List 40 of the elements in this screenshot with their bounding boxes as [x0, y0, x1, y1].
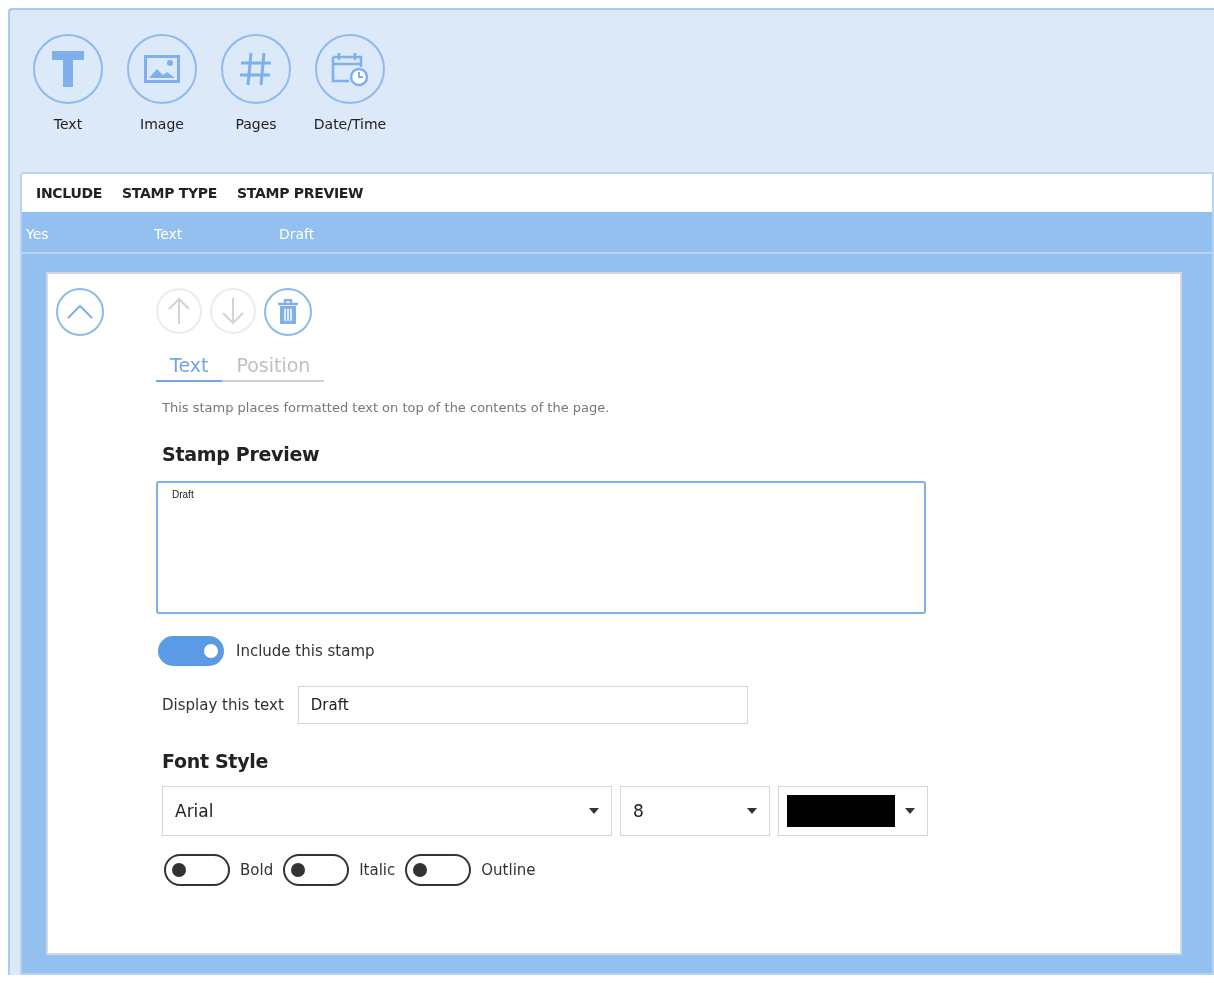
hash-icon	[239, 51, 273, 87]
column-header: STAMP TYPE	[122, 185, 218, 201]
font-dropdown[interactable]: Arial	[162, 786, 612, 836]
toggle-label: Include this stamp	[236, 642, 375, 660]
description-text: This stamp places formatted text on top of the contents of the page.	[162, 400, 610, 415]
display-text-field[interactable]: Draft	[297, 686, 748, 724]
add-stamp-button[interactable]: Date/Time	[310, 34, 390, 172]
toggle-label: Outline	[481, 861, 536, 879]
collapse-button[interactable]	[56, 288, 104, 336]
toggle-label: Bold	[240, 861, 274, 879]
include-toggle[interactable]	[158, 636, 224, 666]
toggle-label: Italic	[359, 861, 396, 879]
add-stamp-button[interactable]: Text	[28, 34, 108, 172]
section-heading: Stamp Preview	[162, 443, 320, 465]
field-label: Display this text	[162, 696, 284, 714]
preview-text: Draft	[172, 489, 194, 500]
add-stamp-button[interactable]: Image	[122, 34, 202, 172]
column-header: STAMP PREVIEW	[237, 185, 364, 201]
text-icon	[50, 49, 86, 89]
size-dropdown[interactable]: 8	[620, 786, 770, 836]
column-header: INCLUDE	[36, 185, 103, 201]
table-cell-text: Yes	[26, 226, 50, 242]
style-toggle[interactable]	[283, 854, 350, 886]
table-cell-text: Text	[154, 226, 184, 242]
table-cell-text: Draft	[279, 226, 316, 242]
style-toggle[interactable]	[405, 854, 472, 886]
caret-icon	[905, 808, 915, 814]
chevron-up-icon	[66, 304, 94, 320]
section-heading: Font Style	[162, 750, 269, 772]
image-icon	[144, 55, 180, 83]
style-toggle[interactable]	[164, 854, 230, 886]
color-dropdown[interactable]	[778, 786, 928, 836]
add-stamp-button[interactable]: Pages	[216, 34, 296, 172]
trash-icon	[277, 299, 299, 325]
delete-button[interactable]	[264, 288, 312, 336]
arrow-up-icon	[168, 297, 190, 325]
calendar-clock-icon	[330, 51, 370, 87]
caret-icon	[589, 808, 599, 814]
arrow-down-icon	[222, 297, 244, 325]
caret-icon	[747, 808, 757, 814]
